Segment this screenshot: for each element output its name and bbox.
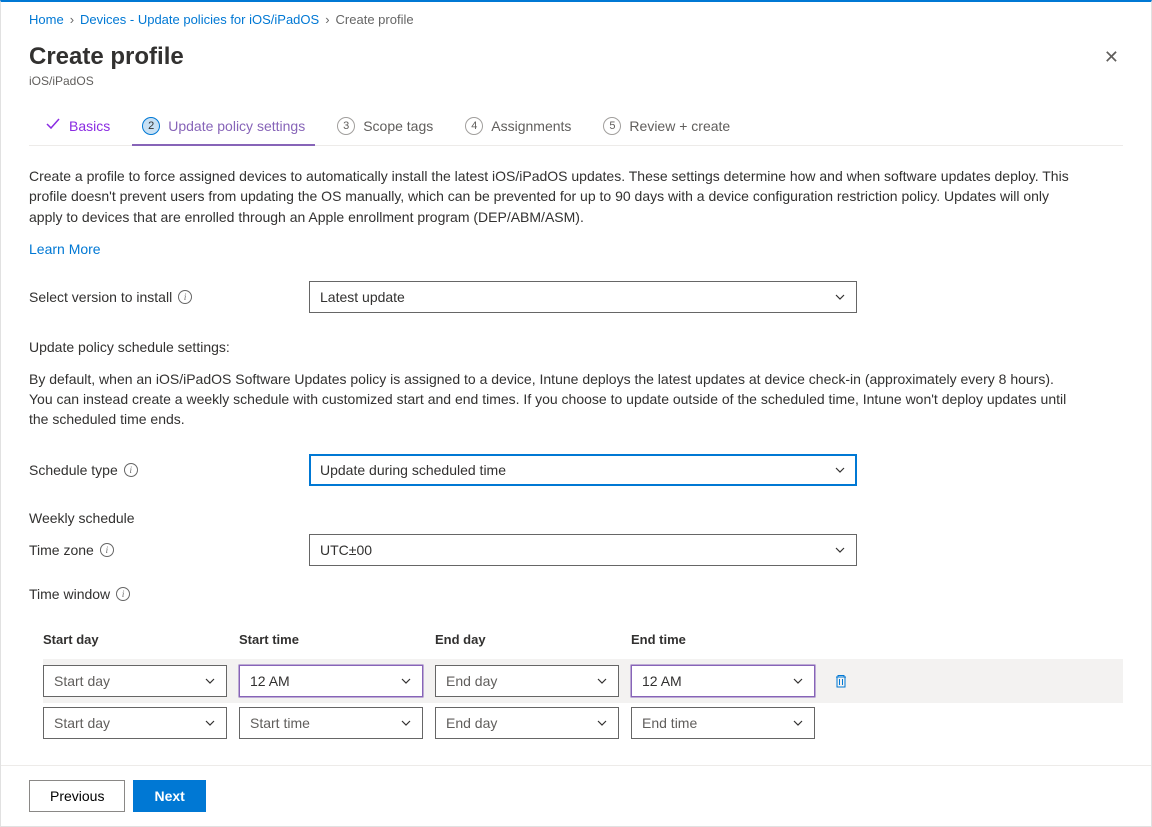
breadcrumb-current: Create profile <box>336 12 414 27</box>
select-value: UTC±00 <box>320 542 372 558</box>
select-value: Start day <box>54 715 110 731</box>
learn-more-link[interactable]: Learn More <box>29 241 101 257</box>
close-icon[interactable]: ✕ <box>1100 43 1123 72</box>
chevron-down-icon <box>834 291 846 303</box>
tab-update-policy-settings[interactable]: 2 Update policy settings <box>140 107 307 145</box>
end-time-select[interactable]: End time <box>631 707 815 739</box>
trash-icon <box>833 673 849 689</box>
schedule-type-label: Schedule type <box>29 462 118 478</box>
col-start-day: Start day <box>43 632 233 647</box>
info-icon[interactable]: i <box>116 587 130 601</box>
step-number-icon: 4 <box>465 117 483 135</box>
page-title: Create profile <box>29 43 184 71</box>
tab-label: Update policy settings <box>168 118 305 134</box>
chevron-down-icon <box>834 464 846 476</box>
chevron-down-icon <box>792 675 804 687</box>
weekly-schedule-heading: Weekly schedule <box>29 510 1123 526</box>
chevron-down-icon <box>596 717 608 729</box>
info-icon[interactable]: i <box>124 463 138 477</box>
tab-label: Basics <box>69 118 110 134</box>
col-end-time: End time <box>631 632 821 647</box>
start-day-select[interactable]: Start day <box>43 665 227 697</box>
breadcrumb-home[interactable]: Home <box>29 12 64 27</box>
end-day-select[interactable]: End day <box>435 665 619 697</box>
start-day-select[interactable]: Start day <box>43 707 227 739</box>
select-value: 12 AM <box>642 673 682 689</box>
chevron-down-icon <box>204 717 216 729</box>
step-number-icon: 2 <box>142 117 160 135</box>
delete-row-button[interactable] <box>827 673 855 689</box>
select-value: Start time <box>250 715 310 731</box>
breadcrumb: Home › Devices - Update policies for iOS… <box>1 2 1151 37</box>
next-button[interactable]: Next <box>133 780 205 812</box>
chevron-right-icon: › <box>70 12 74 27</box>
chevron-down-icon <box>400 675 412 687</box>
tab-assignments[interactable]: 4 Assignments <box>463 107 573 145</box>
step-number-icon: 5 <box>603 117 621 135</box>
chevron-down-icon <box>400 717 412 729</box>
end-time-select[interactable]: 12 AM <box>631 665 815 697</box>
tab-label: Scope tags <box>363 118 433 134</box>
footer: Previous Next <box>1 765 1151 826</box>
start-time-select[interactable]: 12 AM <box>239 665 423 697</box>
info-icon[interactable]: i <box>100 543 114 557</box>
chevron-down-icon <box>204 675 216 687</box>
schedule-heading: Update policy schedule settings: <box>29 339 1123 355</box>
select-value: Update during scheduled time <box>320 462 506 478</box>
chevron-down-icon <box>792 717 804 729</box>
select-value: End day <box>446 673 497 689</box>
chevron-down-icon <box>596 675 608 687</box>
check-icon <box>45 116 61 135</box>
select-value: Start day <box>54 673 110 689</box>
time-window-table: Start day Start time End day End time St… <box>29 632 1123 743</box>
schedule-description: By default, when an iOS/iPadOS Software … <box>29 369 1069 430</box>
end-day-select[interactable]: End day <box>435 707 619 739</box>
tab-basics[interactable]: Basics <box>43 106 112 145</box>
timezone-label: Time zone <box>29 542 94 558</box>
start-time-select[interactable]: Start time <box>239 707 423 739</box>
timewindow-label: Time window <box>29 586 110 602</box>
select-value: 12 AM <box>250 673 290 689</box>
chevron-down-icon <box>834 544 846 556</box>
timezone-select[interactable]: UTC±00 <box>309 534 857 566</box>
step-number-icon: 3 <box>337 117 355 135</box>
tab-label: Assignments <box>491 118 571 134</box>
table-row: Start day Start time End day End time <box>43 703 1123 743</box>
table-row: Start day 12 AM End day 12 AM <box>43 659 1123 703</box>
info-icon[interactable]: i <box>178 290 192 304</box>
tab-scope-tags[interactable]: 3 Scope tags <box>335 107 435 145</box>
chevron-right-icon: › <box>325 12 329 27</box>
select-value: End time <box>642 715 697 731</box>
select-value: End day <box>446 715 497 731</box>
previous-button[interactable]: Previous <box>29 780 125 812</box>
col-end-day: End day <box>435 632 625 647</box>
wizard-tabs: Basics 2 Update policy settings 3 Scope … <box>29 106 1123 146</box>
tab-review-create[interactable]: 5 Review + create <box>601 107 732 145</box>
col-start-time: Start time <box>239 632 429 647</box>
page-subtitle: iOS/iPadOS <box>1 74 1151 106</box>
version-label: Select version to install <box>29 289 172 305</box>
version-select[interactable]: Latest update <box>309 281 857 313</box>
breadcrumb-devices[interactable]: Devices - Update policies for iOS/iPadOS <box>80 12 319 27</box>
schedule-type-select[interactable]: Update during scheduled time <box>309 454 857 486</box>
description-text: Create a profile to force assigned devic… <box>29 166 1069 227</box>
tab-label: Review + create <box>629 118 730 134</box>
select-value: Latest update <box>320 289 405 305</box>
